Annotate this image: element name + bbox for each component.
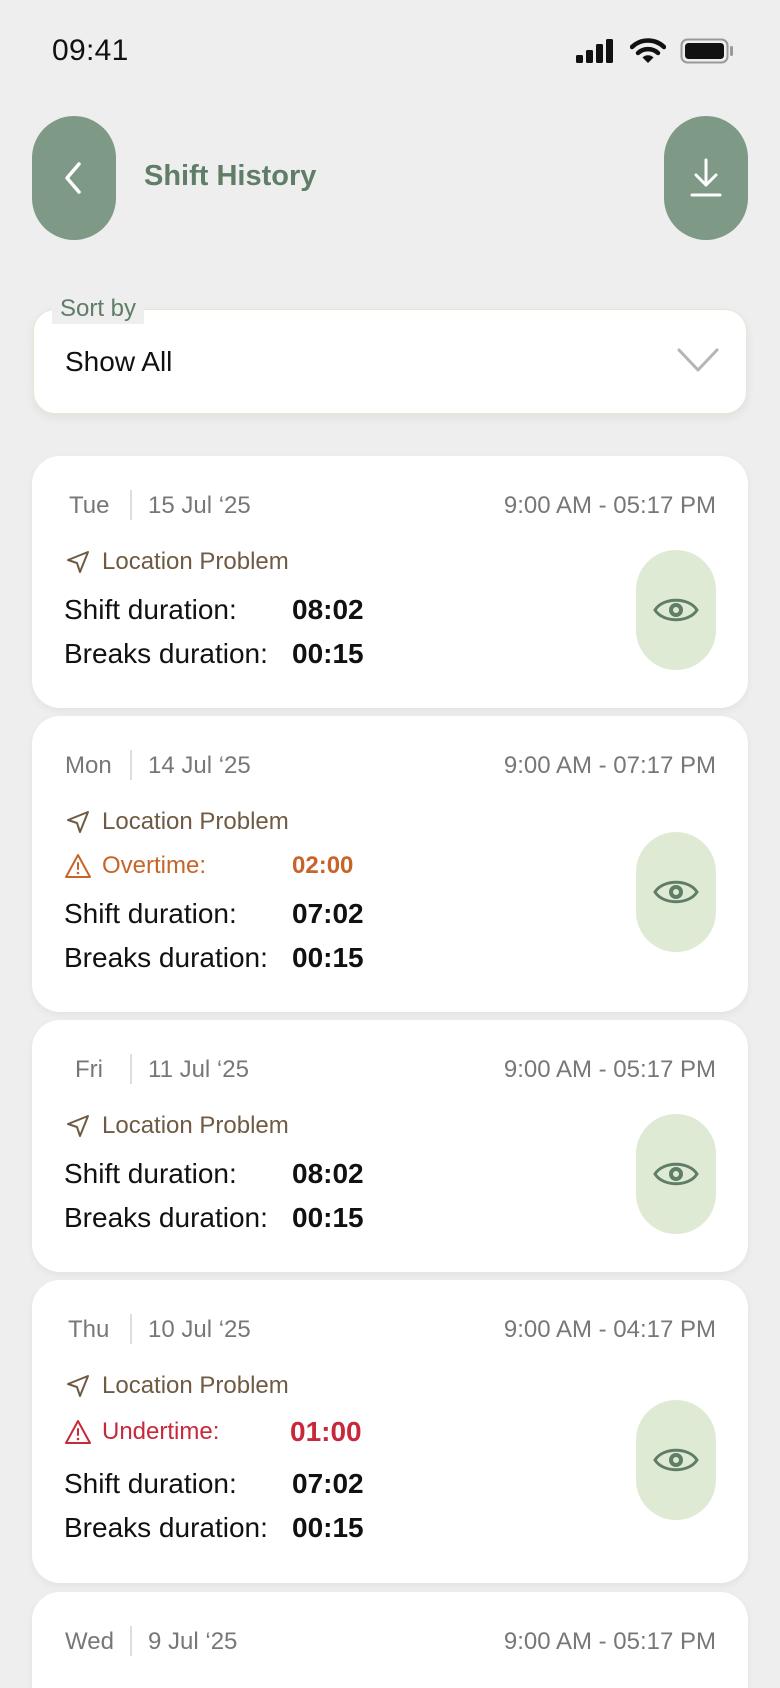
navigation-arrow-icon [64,808,92,836]
eye-icon [653,1162,699,1186]
shift-duration-value: 08:02 [292,1158,364,1189]
breaks-duration-label: Breaks duration: [64,1512,268,1543]
shift-duration-label: Shift duration: [64,1468,237,1499]
sort-value: Show All [65,346,173,377]
divider [130,750,132,780]
location-problem: Location Problem [64,808,289,836]
location-problem-label: Location Problem [102,548,289,575]
overtime-row: Overtime: [64,852,206,880]
wifi-icon [630,38,666,63]
shift-card[interactable]: Wed 9 Jul ‘25 9:00 AM - 05:17 PM [32,1592,748,1688]
navigation-arrow-icon [64,1372,92,1400]
location-problem: Location Problem [64,1372,289,1400]
sort-dropdown[interactable]: Show All [33,309,747,414]
shift-date: 15 Jul ‘25 [148,492,251,519]
eye-icon [653,1448,699,1472]
location-problem-label: Location Problem [102,1372,289,1399]
shift-day: Tue [69,492,110,519]
navigation-arrow-icon [64,1112,92,1140]
warning-triangle-icon [64,852,92,880]
view-shift-button[interactable] [636,1114,716,1234]
divider [130,1626,132,1656]
chevron-down-icon [677,348,719,372]
location-problem: Location Problem [64,548,289,576]
status-icons [576,38,734,64]
status-time: 09:41 [52,34,129,67]
overtime-label: Overtime: [102,852,207,879]
shift-date: 14 Jul ‘25 [148,752,251,779]
location-problem-label: Location Problem [102,1112,289,1139]
warning-triangle-icon [64,1418,92,1446]
back-button[interactable] [32,116,116,240]
sort-label: Sort by [52,294,145,324]
eye-icon [653,598,699,622]
page-title: Shift History [144,160,317,192]
shift-duration-value: 07:02 [292,898,364,929]
view-shift-button[interactable] [636,550,716,670]
cellular-signal-icon [576,39,613,63]
undertime-label: Undertime: [102,1418,220,1445]
breaks-duration-label: Breaks duration: [64,1202,268,1233]
divider [130,490,132,520]
overtime-value: 02:00 [292,852,354,879]
shift-card[interactable]: Thu 10 Jul ‘25 9:00 AM - 04:17 PM Locati… [32,1280,748,1583]
breaks-duration-value: 00:15 [292,942,364,973]
undertime-row: Undertime: [64,1418,219,1446]
shift-date: 9 Jul ‘25 [148,1628,238,1655]
chevron-left-icon [65,162,81,194]
battery-icon [680,38,733,64]
breaks-duration-value: 00:15 [292,1202,364,1233]
divider [130,1314,132,1344]
download-button[interactable] [664,116,748,240]
breaks-duration-label: Breaks duration: [64,942,268,973]
shift-duration-label: Shift duration: [64,1158,237,1189]
divider [130,1054,132,1084]
shift-time-range: 9:00 AM - 04:17 PM [503,1316,716,1343]
shift-time-range: 9:00 AM - 07:17 PM [503,752,716,779]
download-icon [690,158,722,197]
shift-date: 10 Jul ‘25 [148,1316,251,1343]
shift-day: Wed [65,1628,114,1655]
view-shift-button[interactable] [636,832,716,952]
shift-date: 11 Jul ‘25 [148,1056,249,1083]
shift-duration-label: Shift duration: [64,594,237,625]
shift-duration-value: 07:02 [292,1468,364,1499]
shift-card[interactable]: Tue 15 Jul ‘25 9:00 AM - 05:17 PM Locati… [32,456,748,708]
shift-day: Thu [68,1316,110,1343]
breaks-duration-value: 00:15 [292,1512,364,1543]
shift-duration-label: Shift duration: [64,898,237,929]
shift-time-range: 9:00 AM - 05:17 PM [503,1056,716,1083]
breaks-duration-label: Breaks duration: [64,638,268,669]
view-shift-button[interactable] [636,1400,716,1520]
navigation-arrow-icon [64,548,92,576]
location-problem-label: Location Problem [102,808,289,835]
undertime-value: 01:00 [290,1416,362,1447]
shift-time-range: 9:00 AM - 05:17 PM [503,492,716,519]
shift-card[interactable]: Fri 11 Jul ‘25 9:00 AM - 05:17 PM Locati… [32,1020,748,1272]
breaks-duration-value: 00:15 [292,638,364,669]
eye-icon [653,880,699,904]
location-problem: Location Problem [64,1112,289,1140]
shift-time-range: 9:00 AM - 05:17 PM [503,1628,716,1655]
shift-card[interactable]: Mon 14 Jul ‘25 9:00 AM - 07:17 PM Locati… [32,716,748,1012]
shift-duration-value: 08:02 [292,594,364,625]
shift-day: Fri [75,1056,103,1083]
shift-day: Mon [65,752,112,779]
shift-history-screen: 09:41 Shift History Show All Sort by Tue… [0,0,780,1688]
